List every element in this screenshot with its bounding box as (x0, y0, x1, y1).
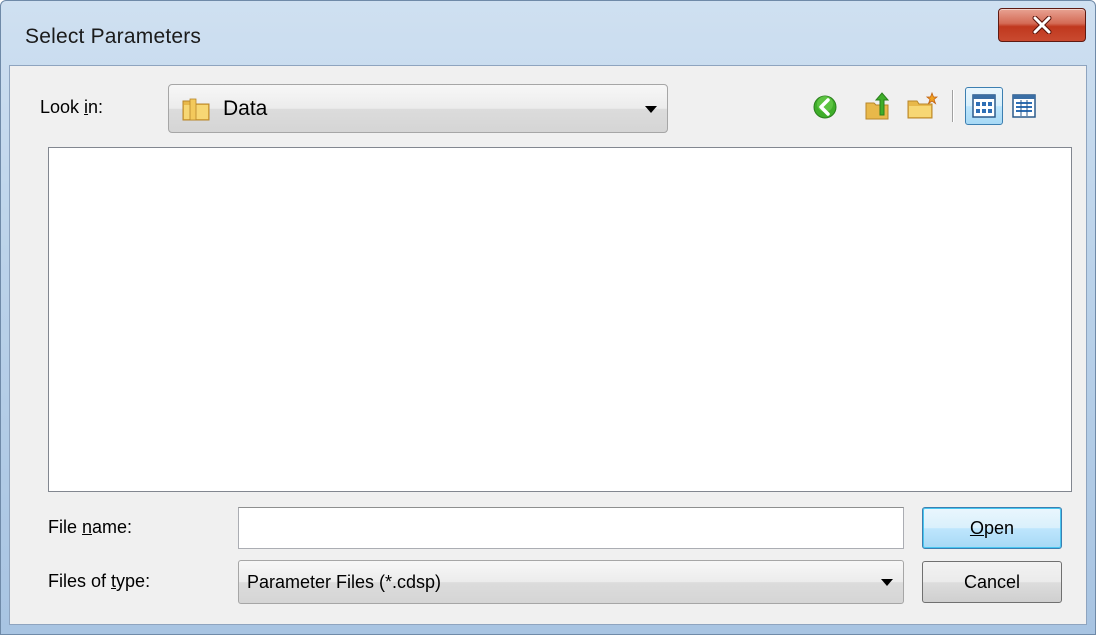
file-name-input[interactable] (238, 507, 904, 549)
open-button[interactable]: Open (922, 507, 1062, 549)
dialog-body: Look in: Data File name: Files of type: … (9, 65, 1087, 625)
folder-icon (181, 96, 211, 127)
look-in-combobox[interactable]: Data (168, 84, 668, 133)
details-view-icon[interactable] (1009, 91, 1039, 121)
file-list-view[interactable] (48, 147, 1072, 492)
new-folder-icon[interactable] (905, 90, 939, 122)
look-in-value: Data (223, 97, 268, 120)
file-type-value: Parameter Files (*.cdsp) (247, 572, 442, 592)
toolbar-separator (952, 90, 953, 122)
cancel-button[interactable]: Cancel (922, 561, 1062, 603)
list-view-button[interactable] (965, 87, 1003, 125)
look-in-label: Look in: (40, 97, 104, 117)
dialog-window: Select Parameters Look in: Data File nam… (0, 0, 1096, 635)
back-icon[interactable] (810, 92, 840, 122)
close-button[interactable] (998, 8, 1086, 42)
chevron-down-icon (881, 579, 893, 586)
up-folder-icon[interactable] (863, 90, 893, 122)
window-title: Select Parameters (25, 25, 202, 48)
file-type-label: Files of type: (48, 571, 151, 591)
close-icon (1032, 16, 1052, 34)
file-type-combobox[interactable]: Parameter Files (*.cdsp) (238, 560, 904, 604)
file-name-label: File name: (48, 517, 133, 537)
list-view-icon (972, 94, 996, 118)
chevron-down-icon (645, 106, 657, 113)
title-bar[interactable]: Select Parameters (1, 1, 1095, 65)
